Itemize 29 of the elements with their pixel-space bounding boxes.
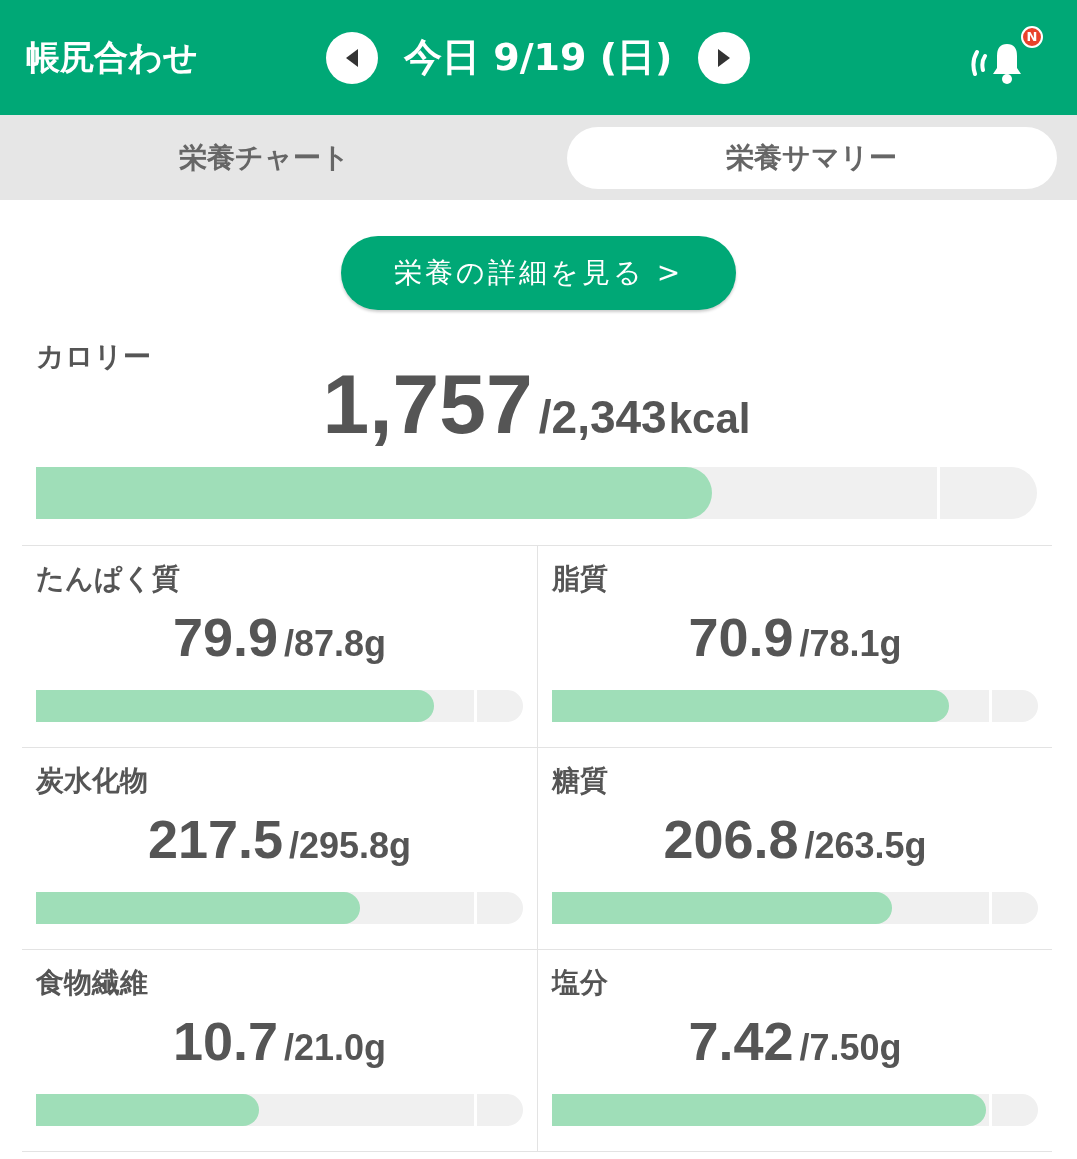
nutrient-target: /263.5g (804, 825, 927, 867)
nutrient-value: 217.5 (147, 808, 283, 870)
nutrient-value: 7.42 (688, 1010, 794, 1072)
nutrient-label: 糖質 (552, 763, 609, 799)
calorie-unit: kcal (668, 395, 751, 443)
nutrient-value: 206.8 (663, 808, 799, 870)
nutrient-label: たんぱく質 (36, 561, 181, 597)
nutrient-target: /21.0g (284, 1027, 387, 1069)
tab[interactable]: 栄養チャート (0, 126, 529, 189)
notification-badge: N (1021, 25, 1043, 48)
nutrition-details-button[interactable]: 栄養の詳細を見る > (341, 236, 736, 310)
nutrient-target: /87.8g (284, 623, 387, 665)
calorie-target: /2,343 (538, 390, 667, 444)
nutrient-value: 10.7 (172, 1010, 278, 1072)
nutrient-label: 塩分 (552, 965, 609, 1001)
nutrient-target: /78.1g (799, 623, 902, 665)
nutrient-value: 79.9 (172, 606, 278, 668)
nutrient-target: /295.8g (289, 825, 412, 867)
nutrient-value: 70.9 (688, 606, 794, 668)
nutrient-label: 食物繊維 (36, 965, 149, 1001)
previous-day-button[interactable] (326, 31, 378, 84)
nutrient-label: 炭水化物 (36, 763, 149, 799)
nutrient-target: /7.50g (799, 1027, 902, 1069)
date-label: 今日 9/19 (日) (404, 34, 673, 81)
nutrient-label: 脂質 (552, 561, 609, 597)
tab[interactable]: 栄養サマリー (566, 126, 1057, 189)
calorie-label: カロリー (36, 339, 152, 375)
calorie-value: 1,757 (322, 356, 533, 453)
app-title: 帳尻合わせ (26, 35, 199, 79)
